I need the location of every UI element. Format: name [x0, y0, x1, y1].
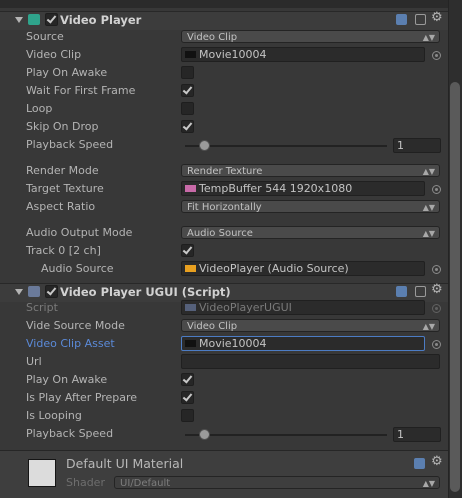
- url-label: Url: [26, 355, 42, 368]
- material-name: Default UI Material: [66, 456, 184, 471]
- playback-speed-slider-track[interactable]: [185, 145, 387, 147]
- foldout-arrow-icon[interactable]: [15, 17, 23, 23]
- audio-source-field[interactable]: VideoPlayer (Audio Source): [181, 261, 425, 276]
- object-picker-icon[interactable]: [432, 51, 441, 60]
- skip-on-drop-label: Skip On Drop: [26, 120, 99, 133]
- url-input[interactable]: [181, 354, 440, 369]
- ugui-foldout-arrow-icon[interactable]: [15, 289, 23, 295]
- aspect-ratio-dropdown[interactable]: Fit Horizontally ▲▼: [181, 200, 440, 213]
- video-clip-asset-field[interactable]: Movie10004: [181, 336, 425, 351]
- ugui-play-on-awake-checkbox[interactable]: [181, 373, 194, 386]
- material-preview-swatch: [28, 459, 56, 487]
- video-clip-field[interactable]: Movie10004: [181, 47, 425, 62]
- playback-speed-label: Playback Speed: [26, 138, 114, 151]
- gear-icon[interactable]: ⚙: [431, 10, 443, 25]
- texture-icon: [185, 185, 196, 192]
- preset-sliders-icon[interactable]: [415, 14, 426, 25]
- ugui-gear-icon[interactable]: ⚙: [431, 282, 443, 297]
- ugui-enabled-checkbox[interactable]: [45, 285, 58, 298]
- ugui-help-book-icon[interactable]: [396, 286, 407, 297]
- loop-label: Loop: [26, 102, 53, 115]
- target-texture-label: Target Texture: [26, 182, 104, 195]
- audio-source-icon: [185, 265, 196, 272]
- play-on-awake-checkbox[interactable]: [181, 66, 194, 79]
- toolbar-strip: [0, 0, 448, 8]
- render-mode-dropdown[interactable]: Render Texture ▲▼: [181, 164, 440, 177]
- script-component-icon: [28, 286, 40, 297]
- aspect-ratio-label: Aspect Ratio: [26, 200, 96, 213]
- video-clip-asset-picker-icon[interactable]: [432, 340, 441, 349]
- wait-first-frame-checkbox[interactable]: [181, 84, 194, 97]
- vide-source-mode-dropdown[interactable]: Video Clip ▲▼: [181, 319, 440, 332]
- source-dropdown[interactable]: Video Clip ▲▼: [181, 30, 440, 43]
- video-player-component-icon: [28, 14, 40, 25]
- play-on-awake-label: Play On Awake: [26, 66, 108, 79]
- help-book-icon[interactable]: [396, 14, 407, 25]
- ugui-playback-speed-label: Playback Speed: [26, 427, 114, 440]
- is-looping-checkbox[interactable]: [181, 409, 194, 422]
- video-clip-label: Video Clip: [26, 48, 82, 61]
- audio-output-mode-dropdown[interactable]: Audio Source ▲▼: [181, 226, 440, 239]
- ugui-title: Video Player UGUI (Script): [60, 285, 231, 299]
- video-clip-asset-label: Video Clip Asset: [26, 337, 115, 350]
- script-field: VideoPlayerUGUI: [181, 300, 425, 315]
- wait-first-frame-label: Wait For First Frame: [26, 84, 136, 97]
- target-texture-field[interactable]: TempBuffer 544 1920x1080: [181, 181, 425, 196]
- material-help-book-icon[interactable]: [414, 458, 425, 469]
- ugui-playback-speed-slider-handle[interactable]: [199, 429, 210, 440]
- loop-checkbox[interactable]: [181, 102, 194, 115]
- ugui-play-on-awake-label: Play On Awake: [26, 373, 108, 386]
- target-texture-picker-icon[interactable]: [432, 185, 441, 194]
- audio-source-label: Audio Source: [41, 262, 114, 275]
- play-after-prepare-checkbox[interactable]: [181, 391, 194, 404]
- play-after-prepare-label: Is Play After Prepare: [26, 391, 138, 404]
- inspector-scrollbar-thumb[interactable]: [450, 82, 460, 492]
- ugui-playback-speed-slider-track[interactable]: [185, 434, 387, 436]
- source-label: Source: [26, 30, 64, 43]
- video-clip-asset-icon: [185, 340, 196, 347]
- script-label: Script: [26, 301, 58, 314]
- movie-clip-icon: [185, 51, 196, 58]
- material-gear-icon[interactable]: ⚙: [431, 454, 443, 469]
- script-picker-icon: [432, 304, 441, 313]
- audio-output-mode-label: Audio Output Mode: [26, 226, 133, 239]
- render-mode-label: Render Mode: [26, 164, 99, 177]
- track0-label: Track 0 [2 ch]: [26, 244, 101, 257]
- script-file-icon: [185, 304, 196, 311]
- video-player-enabled-checkbox[interactable]: [45, 13, 58, 26]
- video-player-title: Video Player: [60, 13, 142, 27]
- skip-on-drop-checkbox[interactable]: [181, 120, 194, 133]
- ugui-preset-sliders-icon[interactable]: [415, 286, 426, 297]
- vide-source-mode-label: Vide Source Mode: [26, 319, 125, 332]
- ugui-playback-speed-number-field[interactable]: 1: [393, 427, 441, 442]
- shader-dropdown: UI/Default ▲▼: [114, 476, 440, 489]
- audio-source-picker-icon[interactable]: [432, 265, 441, 274]
- shader-label: Shader: [66, 476, 105, 489]
- playback-speed-number-field[interactable]: 1: [393, 138, 441, 153]
- is-looping-label: Is Looping: [26, 409, 82, 422]
- playback-speed-slider-handle[interactable]: [199, 140, 210, 151]
- track0-checkbox[interactable]: [181, 244, 194, 257]
